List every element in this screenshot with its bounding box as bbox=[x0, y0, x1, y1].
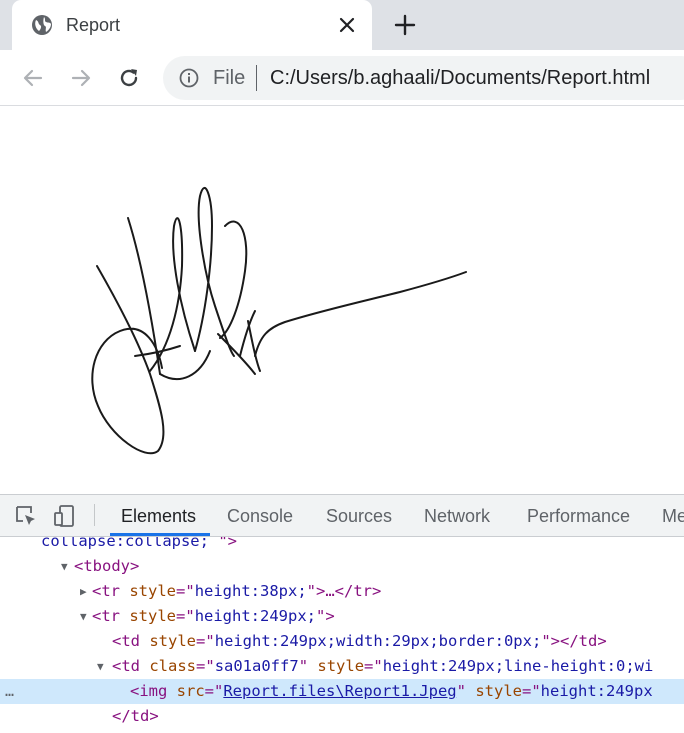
page-content bbox=[0, 106, 684, 494]
tab-title: Report bbox=[66, 15, 121, 35]
attr-name: src bbox=[176, 682, 205, 700]
tag-name: <img bbox=[130, 682, 168, 700]
tag-name: <td bbox=[112, 632, 140, 650]
address-bar[interactable]: File C:/Users/b.aghaali/Documents/Report… bbox=[163, 56, 684, 100]
tab-strip: Report bbox=[0, 0, 684, 50]
back-icon[interactable] bbox=[21, 66, 45, 90]
dom-line[interactable]: ▶ <tr style="height:38px;">…</tr> bbox=[0, 579, 684, 604]
tag-name: <tr bbox=[92, 607, 120, 625]
tag-name: <tbody> bbox=[74, 557, 140, 575]
attr-value: height:249px;line-height:0;wi bbox=[382, 657, 654, 675]
tab-console[interactable]: Console bbox=[227, 505, 293, 527]
reload-icon[interactable] bbox=[117, 66, 141, 90]
close-icon[interactable] bbox=[337, 15, 357, 35]
toolbar-divider bbox=[94, 504, 95, 526]
attr-value: height:249px bbox=[540, 682, 653, 700]
attr-name: style bbox=[129, 582, 177, 600]
attr-name: style bbox=[317, 657, 365, 675]
url-text[interactable]: C:/Users/b.aghaali/Documents/Report.html bbox=[270, 67, 650, 89]
attr-value: height:249px;width:29px;border:0px; bbox=[214, 632, 542, 650]
address-divider bbox=[256, 65, 257, 91]
attr-name: style bbox=[475, 682, 522, 700]
tag-rest: ></td> bbox=[550, 632, 607, 650]
url-scheme: File bbox=[213, 67, 246, 89]
more-actions-icon[interactable]: … bbox=[5, 679, 15, 704]
browser-toolbar: File C:/Users/b.aghaali/Documents/Report… bbox=[0, 50, 684, 106]
dom-line[interactable]: collapse:collapse; "> bbox=[0, 537, 684, 554]
dom-line-selected[interactable]: … <img src="Report.files\Report1.Jpeg" s… bbox=[0, 679, 684, 704]
expanded-triangle-icon[interactable]: ▼ bbox=[61, 554, 68, 579]
dom-line[interactable]: <td style="height:249px;width:29px;borde… bbox=[0, 629, 684, 654]
tab-performance[interactable]: Performance bbox=[527, 505, 630, 527]
forward-icon[interactable] bbox=[69, 66, 93, 90]
dom-line[interactable]: ▼ <tbody> bbox=[0, 554, 684, 579]
tag-name: <tr bbox=[92, 582, 120, 600]
info-icon[interactable] bbox=[179, 68, 199, 88]
signature-image bbox=[91, 187, 467, 455]
dom-tree: collapse:collapse; "> ▼ <tbody> ▶ <tr st… bbox=[0, 537, 684, 733]
attr-value: height:38px; bbox=[194, 582, 307, 600]
active-tab-indicator bbox=[110, 533, 210, 536]
collapsed-triangle-icon[interactable]: ▶ bbox=[80, 579, 87, 604]
tag-name: <td bbox=[112, 657, 140, 675]
expanded-triangle-icon[interactable]: ▼ bbox=[97, 654, 104, 679]
dom-line[interactable]: ▼ <tr style="height:249px;"> bbox=[0, 604, 684, 629]
attr-value: height:249px; bbox=[194, 607, 317, 625]
plus-icon[interactable] bbox=[394, 14, 416, 36]
attr-name: style bbox=[149, 632, 197, 650]
image-link[interactable]: Report.files\Report1.Jpeg bbox=[223, 682, 456, 700]
attr-name: class bbox=[149, 657, 197, 675]
tag-name: </td> bbox=[112, 707, 159, 725]
tag-punct: "> bbox=[218, 537, 237, 550]
tab-sources[interactable]: Sources bbox=[326, 505, 392, 527]
tab-memory[interactable]: Me bbox=[662, 505, 684, 527]
dom-line[interactable]: ▼ <td class="sa01a0ff7" style="height:24… bbox=[0, 654, 684, 679]
globe-icon bbox=[32, 15, 52, 35]
tag-rest: > bbox=[325, 607, 335, 625]
attr-name: style bbox=[129, 607, 177, 625]
browser-tab[interactable]: Report bbox=[12, 0, 372, 50]
devtools-toolbar: Elements Console Sources Network Perform… bbox=[0, 495, 684, 537]
tab-elements[interactable]: Elements bbox=[121, 505, 196, 527]
tab-network[interactable]: Network bbox=[424, 505, 490, 527]
device-toggle-icon[interactable] bbox=[53, 504, 77, 528]
expanded-triangle-icon[interactable]: ▼ bbox=[80, 604, 87, 629]
dom-line[interactable]: </td> bbox=[0, 704, 684, 729]
devtools-panel: Elements Console Sources Network Perform… bbox=[0, 494, 684, 733]
tag-rest: >…</tr> bbox=[316, 582, 382, 600]
inspect-icon[interactable] bbox=[14, 504, 38, 528]
attr-value: collapse:collapse; bbox=[41, 537, 209, 550]
attr-value: sa01a0ff7 bbox=[214, 657, 299, 675]
